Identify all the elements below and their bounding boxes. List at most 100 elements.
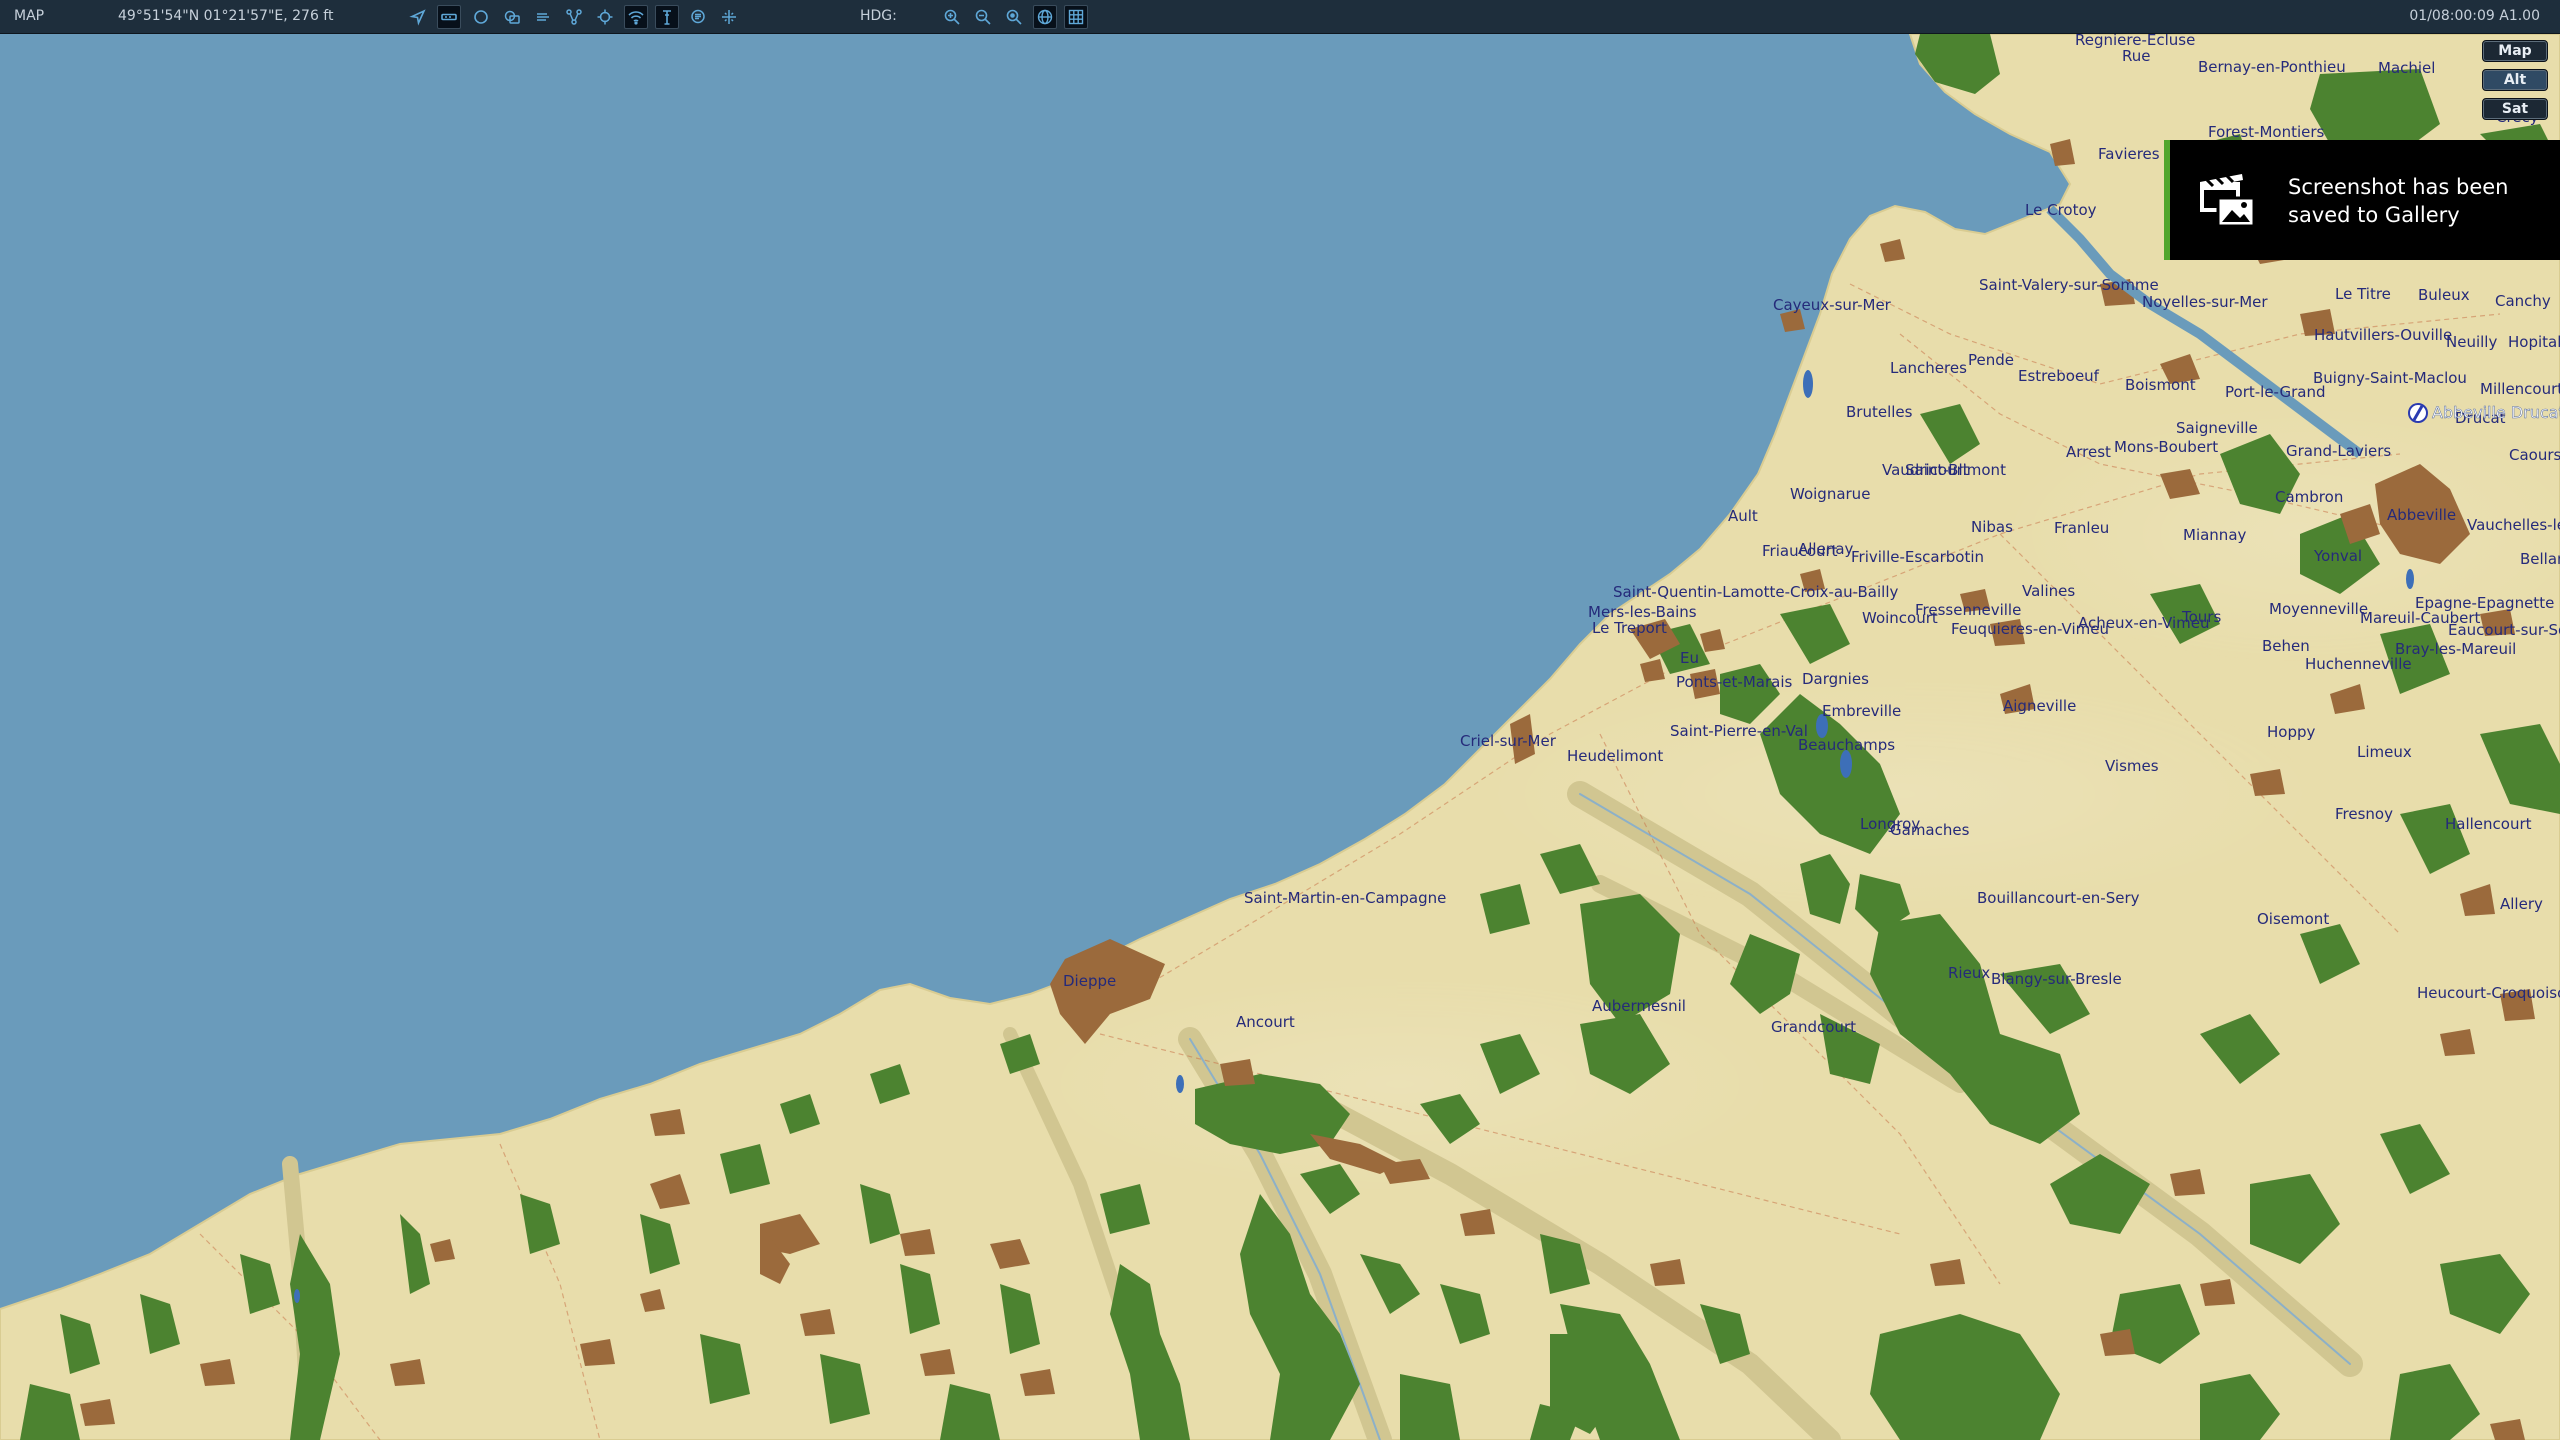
place-label: Franleu bbox=[2054, 519, 2109, 537]
place-label: Yonval bbox=[2313, 547, 2362, 565]
place-label: Hoppy bbox=[2267, 723, 2315, 741]
place-label: Buleux bbox=[2418, 286, 2470, 304]
place-label: Woincourt bbox=[1862, 609, 1938, 627]
place-label: Lancheres bbox=[1890, 359, 1967, 377]
place-label: Dieppe bbox=[1063, 972, 1116, 990]
layers-icon[interactable] bbox=[500, 5, 524, 29]
globe-icon[interactable] bbox=[1033, 5, 1057, 29]
wind-icon[interactable] bbox=[531, 5, 555, 29]
place-label: Bernay-en-Ponthieu bbox=[2198, 58, 2346, 76]
place-label: Hopital bbox=[2508, 333, 2560, 351]
place-label: Behen bbox=[2262, 637, 2310, 655]
place-label: Mons-Boubert bbox=[2114, 438, 2218, 456]
place-label: Vauchelles-les-Q bbox=[2467, 516, 2560, 534]
place-label: Criel-sur-Mer bbox=[1460, 732, 1557, 750]
place-label: Estreboeuf bbox=[2018, 367, 2100, 385]
place-label: Saint-Pierre-en-Val bbox=[1670, 722, 1808, 740]
chat-icon[interactable] bbox=[686, 5, 710, 29]
zoom-in-icon[interactable] bbox=[940, 5, 964, 29]
place-label: Pende bbox=[1968, 351, 2014, 369]
place-label: Buigny-Saint-Maclou bbox=[2313, 369, 2467, 387]
place-label: Embreville bbox=[1822, 702, 1901, 720]
wifi-icon[interactable] bbox=[624, 5, 648, 29]
place-label: Saint-Blimont bbox=[1905, 461, 2006, 479]
toast-message: Screenshot has been saved to Gallery bbox=[2288, 175, 2509, 227]
place-label: Le Treport bbox=[1592, 619, 1667, 637]
place-label: Caours bbox=[2509, 446, 2560, 464]
zoom-out-icon[interactable] bbox=[971, 5, 995, 29]
place-label: Blangy-sur-Bresle bbox=[1991, 970, 2122, 988]
mode-label: MAP bbox=[14, 8, 45, 24]
place-label: Favieres bbox=[2098, 145, 2160, 163]
sim-timestamp: 01/08:00:09 A1.00 bbox=[2409, 8, 2540, 24]
place-label: Heudelimont bbox=[1567, 747, 1663, 765]
airport-marker[interactable]: Abbeville Drucat bbox=[2408, 403, 2560, 423]
place-label: Dargnies bbox=[1802, 670, 1869, 688]
place-label: Bouillancourt-en-Sery bbox=[1977, 889, 2140, 907]
place-label: Noyelles-sur-Mer bbox=[2142, 293, 2268, 311]
place-label: Vismes bbox=[2105, 757, 2159, 775]
place-label: Cayeux-sur-Mer bbox=[1773, 296, 1892, 314]
place-label: Saigneville bbox=[2176, 419, 2258, 437]
clapperboard-gallery-icon bbox=[2200, 174, 2256, 228]
place-label: Forest-Montiers bbox=[2208, 123, 2325, 141]
map-type-map-button[interactable]: Map bbox=[2482, 40, 2548, 62]
place-label: Bellan bbox=[2520, 550, 2560, 568]
place-label: Fresnoy bbox=[2335, 805, 2393, 823]
place-label: Beauchamps bbox=[1798, 736, 1895, 754]
place-label: Heucourt-Croquoison bbox=[2417, 984, 2560, 1002]
place-label: Ponts-et-Marais bbox=[1676, 673, 1792, 691]
map-type-alt-button[interactable]: Alt bbox=[2482, 69, 2548, 91]
place-label: Allery bbox=[2500, 895, 2543, 913]
top-toolbar: MAP 49°51'54"N 01°21'57"E, 276 ft HDG: 0… bbox=[0, 0, 2560, 34]
tower-icon[interactable] bbox=[655, 5, 679, 29]
map-type-sat-button[interactable]: Sat bbox=[2482, 98, 2548, 120]
place-label: Brutelles bbox=[1846, 403, 1913, 421]
place-label: Miannay bbox=[2183, 526, 2247, 544]
place-label: Port-le-Grand bbox=[2225, 383, 2326, 401]
locate-icon[interactable] bbox=[406, 5, 430, 29]
screenshot-toast: Screenshot has been saved to Gallery bbox=[2164, 140, 2560, 260]
airport-label: Abbeville Drucat bbox=[2432, 403, 2560, 422]
place-label: Saint-Valery-sur-Somme bbox=[1979, 276, 2159, 294]
place-label: Ault bbox=[1728, 507, 1758, 525]
place-label: Aigneville bbox=[2003, 697, 2076, 715]
place-label: Rieux bbox=[1948, 964, 1990, 982]
target-icon[interactable] bbox=[593, 5, 617, 29]
runway-icon[interactable] bbox=[437, 5, 461, 29]
place-label: Valines bbox=[2022, 582, 2075, 600]
place-label: Tours bbox=[2181, 608, 2221, 626]
place-label: Gamaches bbox=[1890, 821, 1970, 839]
place-label: Boismont bbox=[2125, 376, 2196, 394]
place-label: Hautvillers-Ouville bbox=[2314, 326, 2452, 344]
place-label: Moyenneville bbox=[2269, 600, 2368, 618]
circle-icon[interactable] bbox=[469, 5, 493, 29]
zoom-reset-icon[interactable] bbox=[1002, 5, 1026, 29]
grid-icon[interactable] bbox=[1064, 5, 1088, 29]
place-label: Eu bbox=[1680, 649, 1699, 667]
cursor-coordinates: 49°51'54"N 01°21'57"E, 276 ft bbox=[118, 8, 334, 24]
place-label: Woignarue bbox=[1790, 485, 1870, 503]
place-label: Saint-Quentin-Lamotte-Croix-au-Bailly bbox=[1613, 583, 1898, 601]
heading-label: HDG: bbox=[860, 8, 897, 24]
route-icon[interactable] bbox=[562, 5, 586, 29]
place-label: Saint-Martin-en-Campagne bbox=[1244, 889, 1446, 907]
place-label: Allenay bbox=[1798, 540, 1854, 558]
place-label: Le Titre bbox=[2335, 285, 2391, 303]
traffic-icon[interactable] bbox=[717, 5, 741, 29]
place-label: Cambron bbox=[2275, 488, 2343, 506]
place-label: Abbeville bbox=[2387, 506, 2456, 524]
place-label: Rue bbox=[2122, 47, 2150, 65]
place-label: Oisemont bbox=[2257, 910, 2329, 928]
place-label: Bray-les-Mareuil bbox=[2395, 640, 2516, 658]
place-label: Huchenneville bbox=[2305, 655, 2412, 673]
place-label: Aubermesnil bbox=[1592, 997, 1686, 1015]
place-label: Hallencourt bbox=[2445, 815, 2532, 833]
place-label: Friville-Escarbotin bbox=[1851, 548, 1984, 566]
place-label: Le Crotoy bbox=[2025, 201, 2097, 219]
place-label: Limeux bbox=[2357, 743, 2412, 761]
place-label: Neuilly bbox=[2446, 333, 2497, 351]
place-label: Eaucourt-sur-Somme bbox=[2448, 621, 2560, 639]
place-label: Millencourt-en bbox=[2480, 380, 2560, 398]
place-label: Machiel bbox=[2378, 59, 2435, 77]
